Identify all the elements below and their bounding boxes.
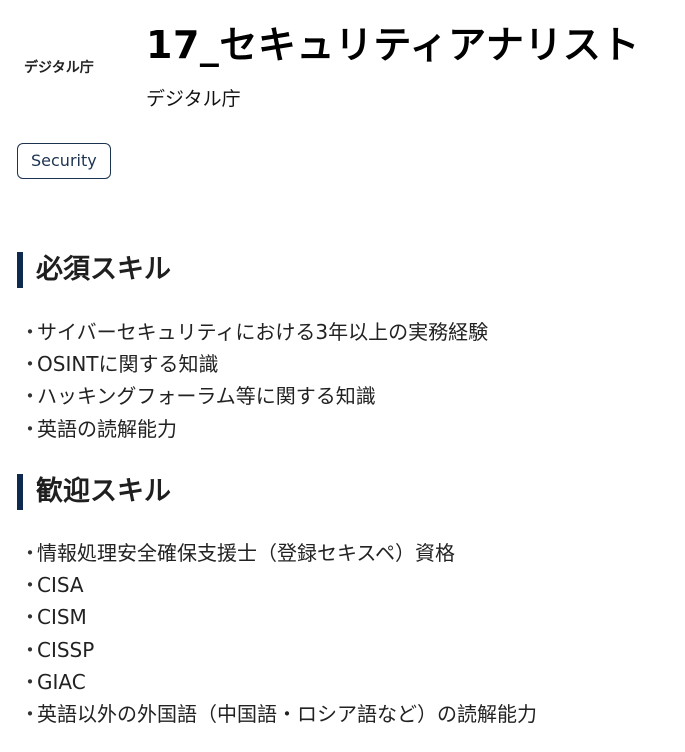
list-item: ハッキングフォーラム等に関する知識 xyxy=(22,380,488,412)
tag-security[interactable]: Security xyxy=(17,143,111,179)
organization-name: デジタル庁 xyxy=(146,88,241,110)
preferred-skills-heading: 歓迎スキル xyxy=(17,474,171,510)
list-item: 情報処理安全確保支援士（登録セキスペ）資格 xyxy=(22,537,537,569)
list-item: CISSP xyxy=(22,634,537,666)
preferred-skills-list: 情報処理安全確保支援士（登録セキスペ）資格 CISA CISM CISSP GI… xyxy=(22,537,537,730)
list-item: CISA xyxy=(22,569,537,601)
required-skills-list: サイバーセキュリティにおける3年以上の実務経験 OSINTに関する知識 ハッキン… xyxy=(22,316,488,445)
required-skills-heading: 必須スキル xyxy=(17,252,171,288)
organization-logo: デジタル庁 xyxy=(24,60,94,76)
list-item: サイバーセキュリティにおける3年以上の実務経験 xyxy=(22,316,488,348)
list-item: CISM xyxy=(22,601,537,633)
list-item: OSINTに関する知識 xyxy=(22,348,488,380)
page-title: 17_セキュリティアナリスト xyxy=(146,23,640,67)
list-item: 英語以外の外国語（中国語・ロシア語など）の読解能力 xyxy=(22,698,537,730)
list-item: 英語の読解能力 xyxy=(22,413,488,445)
list-item: GIAC xyxy=(22,666,537,698)
